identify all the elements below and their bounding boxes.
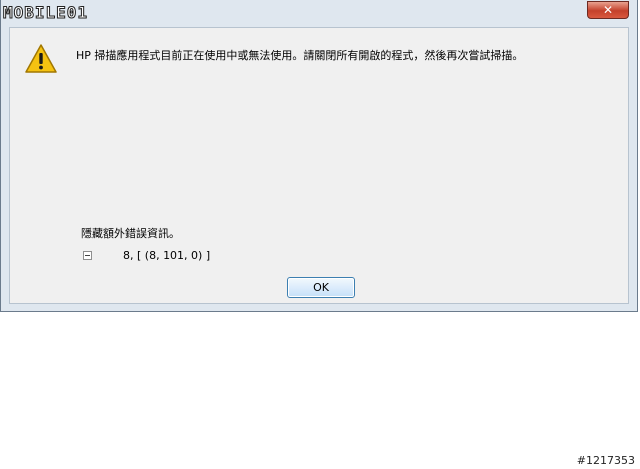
ok-button[interactable]: OK [287, 277, 355, 298]
title-bar[interactable]: MOBILE01 ✕ [1, 0, 637, 24]
mobile01-logo: MOBILE01 [2, 1, 133, 23]
warning-icon [25, 44, 57, 73]
dialog-window: MOBILE01 ✕ HP 掃描應用程式目前正在使用中或無法使用。請關閉所有開啟… [0, 0, 638, 312]
details-toggle-label[interactable]: 隱藏額外錯誤資訊。 [81, 225, 180, 241]
close-button[interactable]: ✕ [587, 1, 629, 19]
dialog-body: HP 掃描應用程式目前正在使用中或無法使用。請關閉所有開啟的程式，然後再次嘗試掃… [9, 27, 629, 304]
collapse-icon[interactable] [83, 251, 92, 260]
error-message: HP 掃描應用程式目前正在使用中或無法使用。請關閉所有開啟的程式，然後再次嘗試掃… [76, 49, 524, 62]
watermark-id: #1217353 [576, 454, 635, 467]
logo-text: MOBILE01 [2, 2, 89, 22]
error-details-value: 8, [ (8, 101, 0) ] [123, 249, 211, 262]
close-icon: ✕ [602, 3, 614, 17]
